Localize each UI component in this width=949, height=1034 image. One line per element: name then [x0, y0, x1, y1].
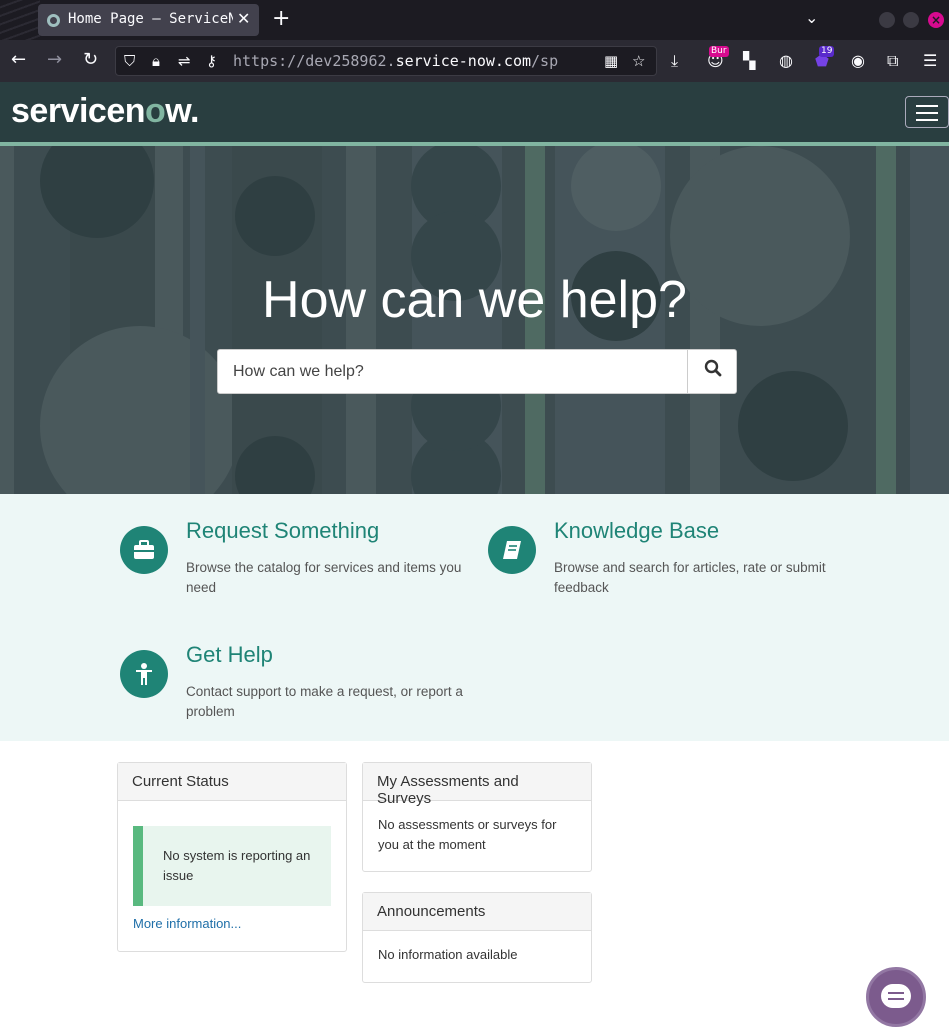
cookie-icon[interactable]: ◍: [779, 51, 793, 70]
hero-title: How can we help?: [262, 271, 687, 329]
servicenow-logo[interactable]: servicenow.: [11, 92, 199, 131]
tile-get-help[interactable]: Get Help Contact support to make a reque…: [120, 642, 463, 742]
tile-request-something[interactable]: Request Something Browse the catalog for…: [120, 518, 461, 618]
extensions-puzzle-icon[interactable]: ⧉: [887, 51, 898, 71]
url-text[interactable]: https://dev258962.service-now.com/sp: [233, 52, 558, 70]
bookmark-star-icon[interactable]: ☆: [632, 52, 645, 70]
menu-icon[interactable]: ☰: [923, 51, 937, 70]
hero-banner: How can we help?: [0, 146, 949, 494]
announcements-panel: Announcements No information available: [362, 892, 592, 983]
hamburger-menu-button[interactable]: [905, 96, 949, 128]
tab-title: Home Page – ServiceNow: [68, 11, 233, 27]
more-information-link[interactable]: More information...: [133, 916, 241, 931]
panel-title: Current Status: [118, 763, 346, 801]
assessments-panel: My Assessments and Surveys No assessment…: [362, 762, 592, 872]
panel-title: My Assessments and Surveys: [363, 763, 591, 807]
person-help-icon: [120, 650, 168, 698]
quick-links-section: Request Something Browse the catalog for…: [0, 494, 949, 741]
download-icon[interactable]: ⤓: [671, 51, 678, 71]
lock-icon[interactable]: 🔒︎: [152, 52, 160, 70]
shield-icon[interactable]: ⛉: [124, 52, 135, 70]
forward-arrow-icon[interactable]: →: [47, 49, 62, 70]
search-button[interactable]: [687, 350, 737, 393]
tile-title[interactable]: Request Something: [186, 518, 379, 544]
new-tab-button[interactable]: +: [272, 6, 290, 31]
briefcase-icon: [120, 526, 168, 574]
permissions-icon[interactable]: ⇌: [178, 52, 191, 70]
tab-list-chevron-icon[interactable]: ⌄: [805, 8, 818, 27]
current-status-panel: Current Status No system is reporting an…: [117, 762, 347, 952]
announcements-message: No information available: [378, 947, 518, 962]
back-arrow-icon[interactable]: ←: [11, 49, 26, 70]
book-icon: [488, 526, 536, 574]
url-bar[interactable]: ⛉ 🔒︎ ⇌ ⚷ https://dev258962.service-now.c…: [115, 46, 657, 76]
tile-description: Contact support to make a request, or re…: [186, 684, 463, 719]
tab-close-icon[interactable]: ✕: [237, 9, 250, 28]
tile-title[interactable]: Knowledge Base: [554, 518, 719, 544]
chat-bubble-icon: [881, 984, 911, 1008]
grid-extension-icon[interactable]: ▚: [743, 51, 755, 70]
search-icon: [704, 359, 721, 377]
tile-title[interactable]: Get Help: [186, 642, 273, 668]
status-message: No system is reporting an issue: [133, 826, 331, 906]
browser-tab[interactable]: Home Page – ServiceNow ✕: [38, 4, 259, 36]
key-icon[interactable]: ⚷: [206, 52, 217, 70]
tabbar-decoration: [0, 0, 40, 40]
chat-button[interactable]: [866, 967, 926, 1027]
browser-tab-bar: Home Page – ServiceNow ✕ + ⌄ ×: [0, 0, 949, 40]
reload-icon[interactable]: ↻: [83, 49, 98, 70]
browser-nav-bar: ← → ↻ ⛉ 🔒︎ ⇌ ⚷ https://dev258962.service…: [0, 40, 949, 82]
minimize-button[interactable]: [879, 12, 895, 28]
portal-header: servicenow.: [0, 82, 949, 143]
window-close-button[interactable]: ×: [928, 12, 944, 28]
tile-description: Browse the catalog for services and item…: [186, 560, 462, 595]
tile-description: Browse and search for articles, rate or …: [554, 560, 826, 595]
panel-title: Announcements: [363, 893, 591, 931]
favicon-icon: [47, 14, 60, 27]
maximize-button[interactable]: [903, 12, 919, 28]
search-box: [217, 349, 737, 394]
assessments-message: No assessments or surveys for you at the…: [378, 817, 557, 852]
extension-badge: Bur: [709, 46, 729, 57]
qr-code-icon[interactable]: ▦: [604, 52, 618, 70]
search-input[interactable]: [218, 350, 687, 393]
privacy-badger-icon[interactable]: ◉: [851, 51, 865, 70]
ublock-badge: 19: [819, 46, 835, 57]
tile-knowledge-base[interactable]: Knowledge Base Browse and search for art…: [488, 518, 828, 618]
